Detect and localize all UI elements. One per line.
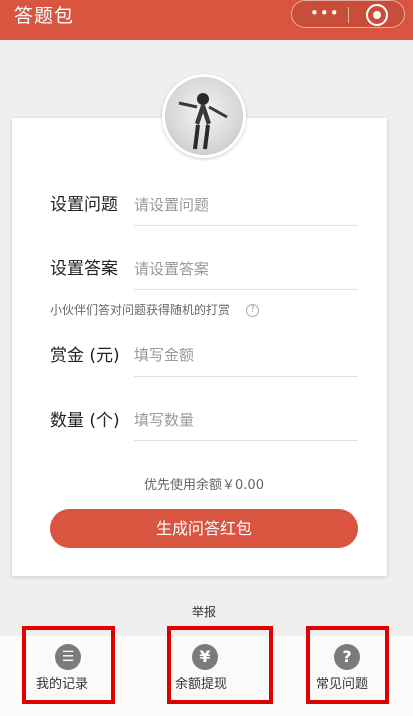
count-underline [134, 440, 358, 441]
reward-label: 赏金 (元) [50, 346, 120, 366]
avatar [162, 74, 246, 158]
more-options-icon[interactable]: ••• [310, 5, 339, 23]
generate-red-packet-button[interactable]: 生成问答红包 [50, 509, 358, 548]
reward-hint-text: 小伙伴们答对问题获得随机的打赏 [50, 303, 231, 317]
answer-label: 设置答案 [50, 259, 118, 279]
question-underline [134, 225, 358, 226]
question-icon: ? [334, 644, 360, 670]
answer-underline [134, 289, 358, 290]
help-question-icon[interactable]: ? [246, 304, 259, 317]
page-title: 答题包 [14, 5, 75, 27]
reward-underline [134, 376, 358, 377]
mini-program-capsule: ••• [291, 0, 405, 28]
tab-faq[interactable]: ? 常见问题 [306, 626, 389, 704]
reward-amount-input[interactable]: 填写金额 [134, 345, 356, 365]
close-program-icon[interactable] [366, 4, 388, 26]
capsule-divider [348, 7, 349, 23]
report-link[interactable]: 举报 [182, 604, 226, 620]
answer-input[interactable]: 请设置答案 [134, 259, 356, 279]
count-label: 数量 (个) [50, 411, 120, 431]
header-bar: 答题包 ••• [0, 0, 413, 40]
tab-label-withdraw-balance: 余额提现 [175, 677, 228, 692]
question-input[interactable]: 请设置问题 [134, 195, 356, 215]
count-input[interactable]: 填写数量 [134, 410, 356, 430]
list-icon: ☰ [55, 644, 81, 670]
balance-text: 优先使用余额￥0.00 [144, 478, 264, 493]
tab-label-faq: 常见问题 [316, 677, 369, 692]
question-label: 设置问题 [50, 195, 118, 215]
yen-icon: ¥ [192, 644, 218, 670]
tab-withdraw-balance[interactable]: ¥ 余额提现 [167, 626, 273, 704]
tab-label-my-records: 我的记录 [36, 677, 89, 692]
tab-my-records[interactable]: ☰ 我的记录 [22, 626, 115, 704]
avatar-figure-icon [178, 93, 228, 150]
